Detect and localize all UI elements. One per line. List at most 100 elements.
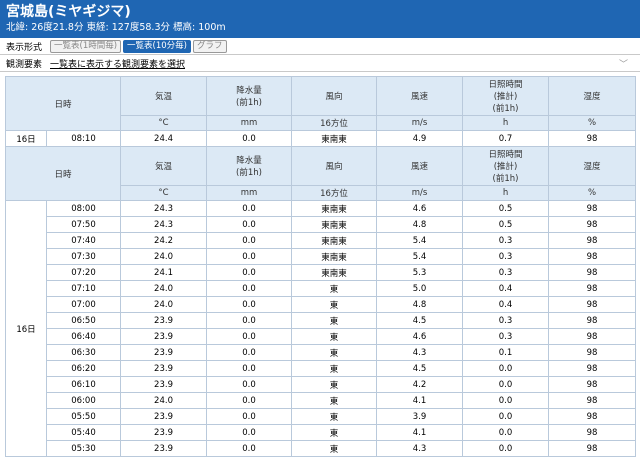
table-cell-wdir: 東南東 — [291, 216, 378, 233]
table-cell-time: 08:10 — [45, 130, 122, 147]
table-cell-wdir: 東南東 — [291, 264, 378, 281]
table-cell-sun: 0.0 — [462, 376, 550, 393]
table-cell-wdir: 東 — [291, 408, 378, 425]
table-cell-precip: 0.0 — [206, 296, 293, 313]
date-cell: 16日 — [5, 130, 47, 147]
table-cell-wspeed: 4.3 — [376, 440, 464, 457]
table-row: 07:30 24.0 0.0 東南東 5.4 0.3 98 — [6, 248, 637, 265]
table-cell-hum: 98 — [548, 440, 637, 457]
table-row: 06:50 23.9 0.0 東 4.5 0.3 98 — [6, 312, 637, 329]
table-cell-temp: 23.9 — [120, 376, 208, 393]
table-cell-time: 05:40 — [45, 424, 122, 441]
table-cell-sun: 0.3 — [462, 312, 550, 329]
table-cell-precip: 0.0 — [206, 376, 293, 393]
table-cell-hum: 98 — [548, 328, 637, 345]
table-row: 06:20 23.9 0.0 東 4.5 0.0 98 — [6, 360, 637, 377]
station-header: 宮城島(ミヤギジマ) 北緯: 26度21.8分 東経: 127度58.3分 標高… — [0, 0, 640, 38]
table-cell-wspeed: 4.1 — [376, 392, 464, 409]
station-name: 宮城島(ミヤギジマ) — [6, 4, 131, 20]
table-cell-precip: 0.0 — [206, 130, 293, 147]
table-cell-temp: 24.3 — [120, 200, 208, 217]
hourly-table-button[interactable]: 一覧表(1時間毎) — [50, 39, 122, 53]
table-cell-precip: 0.0 — [206, 200, 293, 217]
table-row: 07:50 24.3 0.0 東南東 4.8 0.5 98 — [6, 216, 637, 233]
table-cell-hum: 98 — [548, 248, 637, 265]
table-header-row: 日時 気温 降水量 (前1h) 風向 風速 日照時間 (推計) (前1h) 湿度 — [4, 146, 637, 201]
table-cell-hum: 98 — [548, 424, 637, 441]
table-cell-sun: 0.0 — [462, 360, 550, 377]
table-cell-hum: 98 — [548, 312, 637, 329]
table-cell-temp: 23.9 — [120, 328, 208, 345]
unit-header: h — [462, 185, 550, 201]
column-header: 気温 — [120, 76, 208, 116]
table-cell-wspeed: 4.6 — [376, 328, 464, 345]
table-cell-temp: 24.0 — [120, 392, 208, 409]
table-cell-hum: 98 — [548, 344, 637, 361]
table-cell-hum: 98 — [548, 264, 637, 281]
table-cell-time: 05:30 — [45, 440, 122, 457]
table-row: 16日 08:00 24.3 0.0 東南東 4.6 0.5 98 — [5, 200, 637, 457]
table-row: 05:40 23.9 0.0 東 4.1 0.0 98 — [6, 424, 637, 441]
unit-header: m/s — [376, 185, 464, 201]
table-cell-hum: 98 — [548, 376, 637, 393]
table-cell-time: 06:40 — [45, 328, 122, 345]
table-row: 07:10 24.0 0.0 東 5.0 0.4 98 — [6, 280, 637, 297]
table-cell-temp: 23.9 — [120, 344, 208, 361]
table-cell-temp: 24.0 — [120, 280, 208, 297]
column-header: 日照時間 (推計) (前1h) — [462, 76, 550, 116]
table-cell-wspeed: 5.0 — [376, 280, 464, 297]
table-cell-time: 07:20 — [45, 264, 122, 281]
table-cell-time: 06:10 — [45, 376, 122, 393]
table-cell-precip: 0.0 — [206, 312, 293, 329]
graph-button[interactable]: グラフ — [193, 39, 227, 53]
column-header: 湿度 — [548, 76, 637, 116]
table-cell-sun: 0.3 — [462, 248, 550, 265]
table-cell-temp: 23.9 — [120, 312, 208, 329]
display-format-label: 表示形式 — [6, 42, 43, 53]
station-coords: 北緯: 26度21.8分 東経: 127度58.3分 標高: 100m — [6, 22, 226, 33]
table-cell-temp: 24.2 — [120, 232, 208, 249]
table-cell-wdir: 東 — [291, 296, 378, 313]
table-cell-sun: 0.5 — [462, 216, 550, 233]
table-cell-time: 06:30 — [45, 344, 122, 361]
table-cell-sun: 0.1 — [462, 344, 550, 361]
unit-header: % — [548, 185, 637, 201]
table-cell-wspeed: 4.1 — [376, 424, 464, 441]
table-cell-sun: 0.7 — [462, 130, 550, 147]
column-header: 湿度 — [548, 146, 637, 186]
column-header: 日時 — [4, 146, 122, 201]
table-cell-wdir: 東南東 — [291, 200, 378, 217]
table-cell-precip: 0.0 — [206, 216, 293, 233]
table-cell-sun: 0.4 — [462, 296, 550, 313]
table-cell-sun: 0.0 — [462, 440, 550, 457]
table-row: 06:30 23.9 0.0 東 4.3 0.1 98 — [6, 344, 637, 361]
table-cell-sun: 0.3 — [462, 328, 550, 345]
table-cell-time: 07:30 — [45, 248, 122, 265]
unit-header: % — [548, 115, 637, 131]
table-cell-time: 06:00 — [45, 392, 122, 409]
table-cell-hum: 98 — [548, 296, 637, 313]
table-cell-wspeed: 4.5 — [376, 360, 464, 377]
table-cell-precip: 0.0 — [206, 392, 293, 409]
table-cell-time: 06:20 — [45, 360, 122, 377]
table-cell-precip: 0.0 — [206, 424, 293, 441]
table-cell-wdir: 東 — [291, 376, 378, 393]
elements-select[interactable]: 一覧表に表示する観測要素を選択 ﹀ — [50, 57, 634, 70]
unit-header: mm — [206, 115, 293, 131]
table-cell-wspeed: 5.4 — [376, 248, 464, 265]
table-cell-precip: 0.0 — [206, 360, 293, 377]
table-row: 16日 08:10 24.4 0.0 東南東 4.9 0.7 98 — [5, 130, 637, 147]
table-cell-temp: 24.1 — [120, 264, 208, 281]
table-cell-time: 07:00 — [45, 296, 122, 313]
table-cell-wdir: 東 — [291, 360, 378, 377]
table-cell-wdir: 東南東 — [291, 232, 378, 249]
column-header: 風向 — [291, 76, 378, 116]
table-cell-hum: 98 — [548, 280, 637, 297]
table-cell-wspeed: 4.3 — [376, 344, 464, 361]
unit-header: m/s — [376, 115, 464, 131]
table-cell-sun: 0.0 — [462, 392, 550, 409]
table-row: 07:00 24.0 0.0 東 4.8 0.4 98 — [6, 296, 637, 313]
table-cell-sun: 0.0 — [462, 424, 550, 441]
table-cell-wdir: 東 — [291, 312, 378, 329]
ten-minute-table-button[interactable]: 一覧表(10分毎) — [123, 39, 191, 53]
